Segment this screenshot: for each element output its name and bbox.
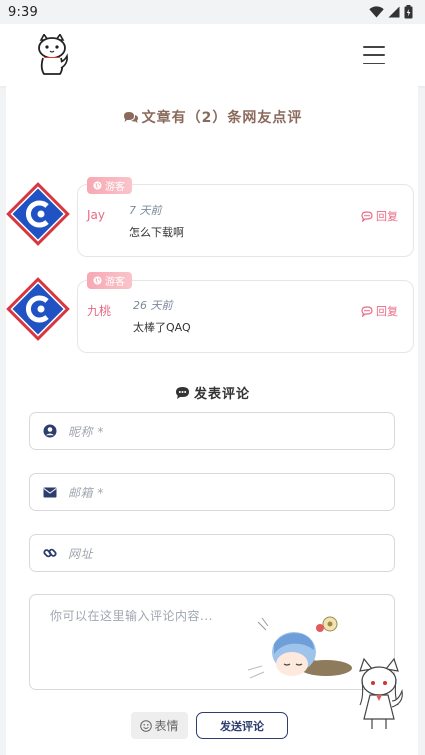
email-field[interactable]: 邮箱 * — [29, 473, 395, 511]
reply-icon — [361, 210, 373, 222]
chat-bubble-icon — [175, 387, 189, 399]
avatar — [6, 182, 70, 246]
site-header — [0, 24, 425, 86]
reply-label: 回复 — [376, 210, 398, 223]
comment-author[interactable]: Jay — [87, 208, 105, 222]
post-comment-title-text: 发表评论 — [193, 387, 250, 402]
emoji-button-label: 表情 — [154, 719, 179, 733]
comment-text: 怎么下载啊 — [129, 226, 184, 239]
user-icon — [42, 423, 58, 439]
reply-button[interactable]: 回复 — [361, 208, 398, 224]
smiley-icon — [140, 719, 153, 732]
reply-label: 回复 — [376, 305, 398, 318]
battery-icon — [404, 5, 413, 19]
status-bar: 9:39 — [0, 0, 425, 24]
email-placeholder: 邮箱 * — [68, 485, 104, 500]
submit-comment-label: 发送评论 — [220, 719, 264, 733]
status-time: 9:39 — [8, 4, 38, 20]
comments-title: 文章有（2）条网友点评 — [0, 107, 425, 127]
envelope-icon — [42, 484, 58, 500]
guest-badge-label: 游客 — [105, 182, 125, 193]
comment-time: 26 天前 — [133, 299, 173, 312]
url-placeholder: 网址 — [68, 546, 94, 561]
guest-badge: 游客 — [87, 272, 132, 289]
sleeping-mascot-illustration — [247, 616, 352, 679]
globe-icon — [93, 181, 102, 190]
hamburger-menu-icon[interactable] — [363, 46, 385, 64]
comments-icon — [123, 112, 138, 123]
submit-comment-button[interactable]: 发送评论 — [196, 712, 288, 739]
comment-text: 太棒了QAQ — [133, 321, 191, 334]
avatar — [6, 277, 70, 341]
cat-mascot-logo-icon[interactable] — [34, 34, 70, 76]
post-comment-title: 发表评论 — [0, 383, 425, 402]
url-field[interactable]: 网址 — [29, 534, 395, 572]
signal-icon — [388, 6, 400, 18]
guest-badge: 游客 — [87, 177, 132, 194]
comments-title-text: 文章有（2）条网友点评 — [141, 110, 303, 126]
reply-button[interactable]: 回复 — [361, 303, 398, 319]
nickname-placeholder: 昵称 * — [68, 424, 104, 439]
fox-girl-mascot-illustration — [359, 657, 403, 729]
content-placeholder: 你可以在这里输入评论内容... — [50, 609, 213, 623]
reply-icon — [361, 305, 373, 317]
link-icon — [42, 545, 58, 561]
comment-author[interactable]: 九桃 — [87, 302, 111, 319]
status-icons — [369, 5, 413, 19]
nickname-field[interactable]: 昵称 * — [29, 412, 395, 450]
globe-icon — [93, 276, 102, 285]
guest-badge-label: 游客 — [105, 277, 125, 288]
comment-time: 7 天前 — [129, 204, 162, 217]
wifi-icon — [369, 6, 384, 18]
emoji-button[interactable]: 表情 — [131, 712, 188, 739]
